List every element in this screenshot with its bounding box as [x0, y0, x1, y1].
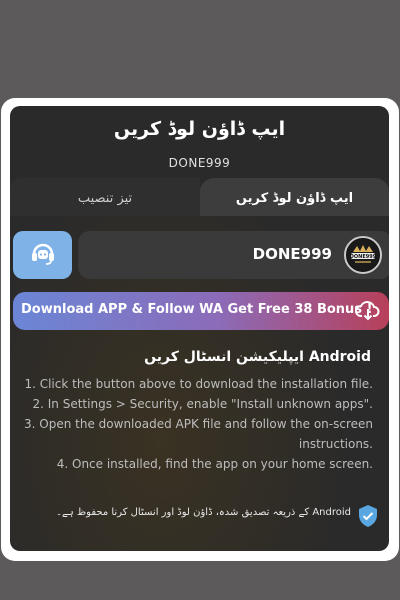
- dialog-title: ایپ ڈاؤن لوڈ کریں: [113, 118, 286, 140]
- app-download-bar[interactable]: DONE999 DONE999: [78, 231, 389, 279]
- shield-check-icon: [357, 504, 379, 532]
- tab-download-app[interactable]: ایپ ڈاؤن لوڈ کریں: [200, 178, 389, 216]
- install-step: 1. Click the button above to download th…: [24, 377, 373, 391]
- headset-icon: [28, 238, 58, 272]
- tab-bar: تیز تنصیب ایپ ڈاؤن لوڈ کریں: [10, 178, 389, 216]
- dialog-subtitle: DONE999: [168, 156, 231, 170]
- customer-support-button[interactable]: [13, 231, 72, 279]
- download-dialog: ایپ ڈاؤن لوڈ کریں DONE999 تیز تنصیب ایپ …: [10, 106, 389, 551]
- promo-banner[interactable]: Download APP & Follow WA Get Free 38 Bon…: [13, 292, 389, 330]
- install-steps-list: 1. Click the button above to download th…: [24, 374, 373, 474]
- install-step: 2. In Settings > Security, enable "Insta…: [32, 397, 374, 411]
- install-step: 4. Once installed, find the app on your …: [56, 457, 373, 471]
- security-note-text: Android کے ذریعہ تصدیق شدہ، ڈاؤن لوڈ اور…: [56, 507, 351, 518]
- tab-quick-install[interactable]: تیز تنصیب: [10, 178, 200, 216]
- promo-banner-text: Download APP & Follow WA Get Free 38 Bon…: [21, 302, 373, 317]
- cloud-download-icon: [355, 298, 381, 328]
- app-logo: DONE999: [344, 236, 382, 274]
- app-name: DONE999: [252, 245, 332, 263]
- install-instructions-title: Android ایپلیکیشن انسٹال کریں: [144, 349, 371, 365]
- app-logo-text: DONE999: [350, 254, 377, 260]
- security-note: Android کے ذریعہ تصدیق شدہ، ڈاؤن لوڈ اور…: [10, 504, 389, 527]
- install-step: 3. Open the downloaded APK file and foll…: [24, 417, 373, 451]
